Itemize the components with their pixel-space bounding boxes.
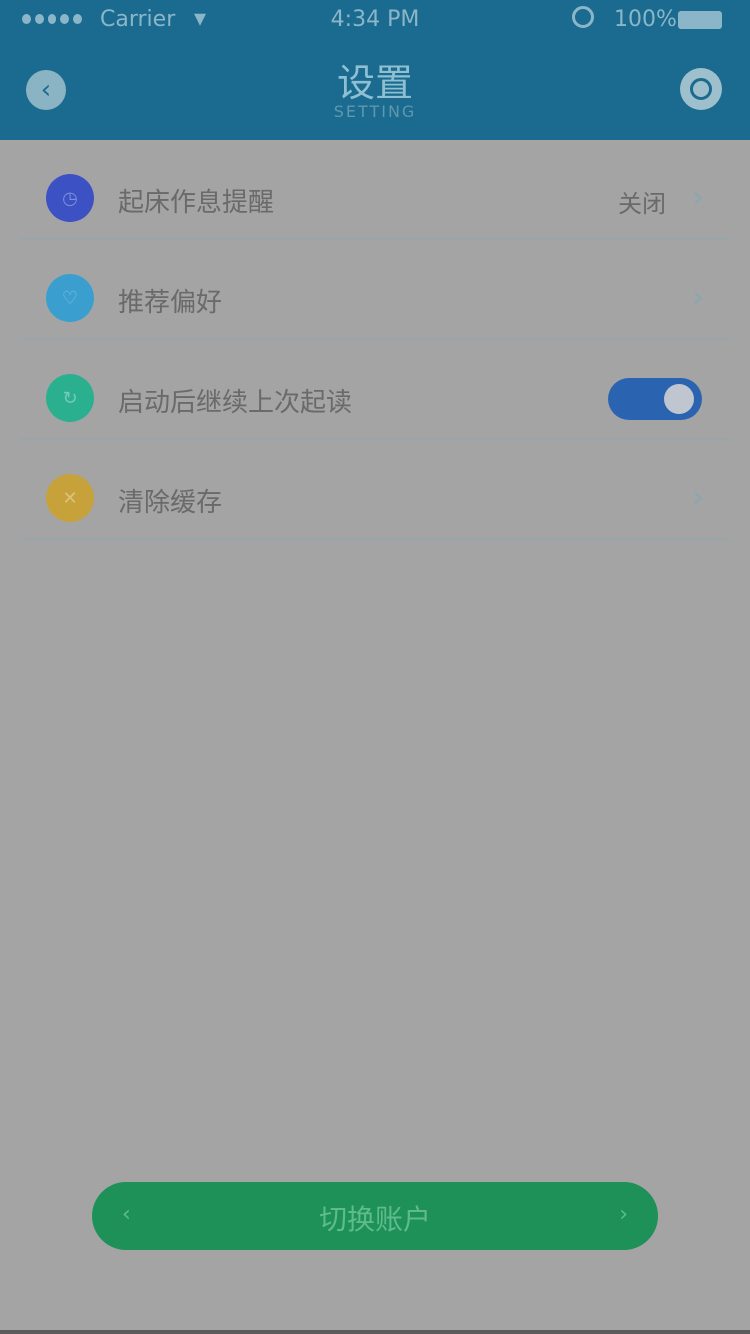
settings-row-resume-reading: ↻ 启动后继续上次起读	[0, 340, 750, 440]
row-divider	[20, 538, 730, 540]
settings-row-value: 关闭	[618, 190, 666, 218]
switch-account-label: 切换账户	[318, 1203, 431, 1236]
like-icon: ♡	[46, 274, 94, 322]
bottom-edge	[0, 1330, 750, 1334]
chevron-right-icon: ›	[692, 480, 704, 515]
history-icon: ↻	[46, 374, 94, 422]
toggle-knob	[664, 384, 694, 414]
resume-reading-toggle[interactable]	[608, 378, 702, 420]
battery-percent: 100%	[614, 7, 677, 32]
chevron-right-icon: ›	[692, 180, 704, 215]
settings-row-wake-reminder[interactable]: ◷ 起床作息提醒 关闭 ›	[0, 140, 750, 240]
switch-account-button[interactable]: ‹ 切换账户 ›	[92, 1182, 658, 1250]
alarm-icon: ◷	[46, 174, 94, 222]
page-subtitle: SETTING	[333, 102, 417, 121]
settings-screen: Carrier ▾ 4:34 PM 100% ‹ 设置 SETTING ◷ 起床…	[0, 0, 750, 1334]
page-title: 设置	[336, 61, 413, 105]
battery-icon	[678, 11, 722, 29]
chevron-right-icon: ›	[619, 1202, 628, 1227]
status-bar: Carrier ▾ 4:34 PM 100%	[0, 0, 750, 40]
settings-row-label: 起床作息提醒	[118, 188, 275, 218]
trash-icon: ✕	[46, 474, 94, 522]
settings-icon	[690, 78, 712, 100]
settings-row-preferences[interactable]: ♡ 推荐偏好 ›	[0, 240, 750, 340]
settings-row-clear-cache[interactable]: ✕ 清除缓存 ›	[0, 440, 750, 540]
navigation-bar: ‹ 设置 SETTING	[0, 40, 750, 140]
settings-row-label: 推荐偏好	[118, 288, 223, 318]
rotation-lock-icon	[572, 6, 594, 28]
chevron-right-icon: ›	[692, 280, 704, 315]
settings-button[interactable]	[680, 68, 722, 110]
settings-list: ◷ 起床作息提醒 关闭 › ♡ 推荐偏好 › ↻ 启动后继续上次起读 ✕ 清除缓…	[0, 140, 750, 540]
settings-row-label: 清除缓存	[118, 488, 223, 518]
settings-row-label: 启动后继续上次起读	[118, 388, 353, 418]
